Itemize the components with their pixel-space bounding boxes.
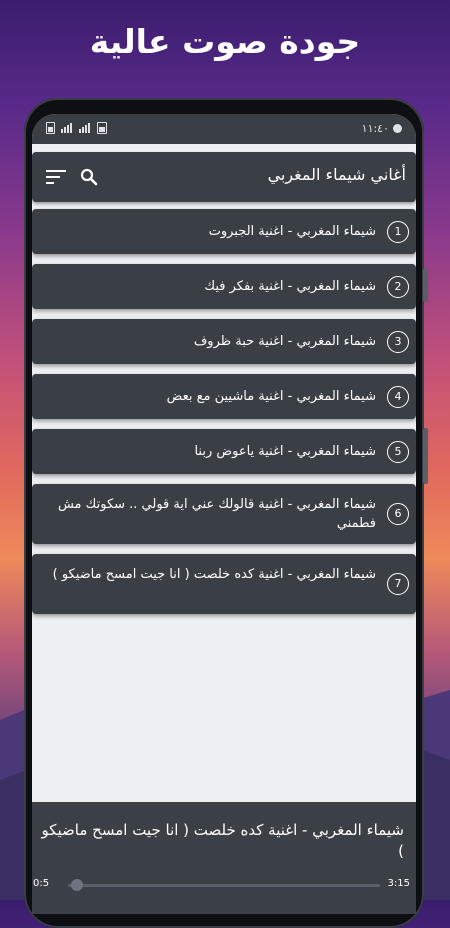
- song-number: 4: [387, 386, 409, 408]
- status-bar: ١١:٤٠: [32, 114, 416, 144]
- song-title: شيماء المغربي - اغنية بفكر فيك: [204, 279, 376, 294]
- seek-thumb[interactable]: [71, 879, 84, 891]
- app-screen: ١١:٤٠ أغاني شيماء المغربي 1 شيماء المغرب…: [32, 114, 416, 914]
- now-playing-bar: شيماء المغربي - اغنية كده خلصت ( انا جيت…: [32, 802, 416, 914]
- phone-frame: ١١:٤٠ أغاني شيماء المغربي 1 شيماء المغرب…: [24, 98, 428, 928]
- song-item[interactable]: 4 شيماء المغربي - اغنية ماشيين مع بعض: [32, 374, 416, 419]
- total-time: 3:15: [387, 878, 410, 889]
- app-title: أغاني شيماء المغربي: [267, 165, 406, 184]
- now-playing-title: شيماء المغربي - اغنية كده خلصت ( انا جيت…: [41, 821, 405, 860]
- current-time: 0:5: [33, 878, 50, 889]
- song-item[interactable]: 1 شيماء المغربي - اغنية الجبروت: [32, 209, 416, 254]
- song-list: 1 شيماء المغربي - اغنية الجبروت 2 شيماء …: [32, 209, 416, 624]
- app-toolbar: أغاني شيماء المغربي: [32, 152, 416, 202]
- battery-icon: [46, 122, 55, 134]
- sort-icon[interactable]: [46, 168, 68, 186]
- song-title: شيماء المغربي - اغنية ماشيين مع بعض: [166, 389, 376, 404]
- song-title: شيماء المغربي - اغنية الجبروت: [208, 224, 376, 239]
- alarm-icon: [393, 124, 402, 133]
- song-number: 6: [387, 503, 409, 525]
- song-title: شيماء المغربي - اغنية حبة ظروف: [193, 334, 376, 349]
- song-number: 3: [387, 331, 409, 353]
- song-item[interactable]: 7 شيماء المغربي - اغنية كده خلصت ( انا ج…: [32, 554, 416, 614]
- song-title: شيماء المغربي - اغنية قالولك عني اية قول…: [57, 497, 376, 531]
- seek-bar[interactable]: [68, 884, 380, 887]
- promo-headline: جودة صوت عالية: [89, 22, 361, 61]
- song-number: 5: [387, 441, 409, 463]
- sim-icon: [97, 122, 107, 134]
- song-item[interactable]: 2 شيماء المغربي - اغنية بفكر فيك: [32, 264, 416, 309]
- signal-icon: [61, 123, 73, 133]
- song-title: شيماء المغربي - اغنية ياعوض ربنا: [194, 444, 376, 459]
- search-icon[interactable]: [80, 168, 98, 186]
- power-button: [423, 428, 428, 484]
- song-number: 7: [387, 573, 409, 595]
- song-number: 1: [387, 221, 409, 243]
- seek-row: 0:5 3:15: [32, 878, 416, 898]
- song-number: 2: [387, 276, 409, 298]
- song-title: شيماء المغربي - اغنية كده خلصت ( انا جيت…: [52, 567, 376, 582]
- volume-button: [423, 268, 428, 302]
- signal-icon: [79, 123, 91, 133]
- status-time: ١١:٤٠: [361, 122, 389, 135]
- song-item[interactable]: 5 شيماء المغربي - اغنية ياعوض ربنا: [32, 429, 416, 474]
- song-item[interactable]: 3 شيماء المغربي - اغنية حبة ظروف: [32, 319, 416, 364]
- song-item[interactable]: 6 شيماء المغربي - اغنية قالولك عني اية ق…: [32, 484, 416, 544]
